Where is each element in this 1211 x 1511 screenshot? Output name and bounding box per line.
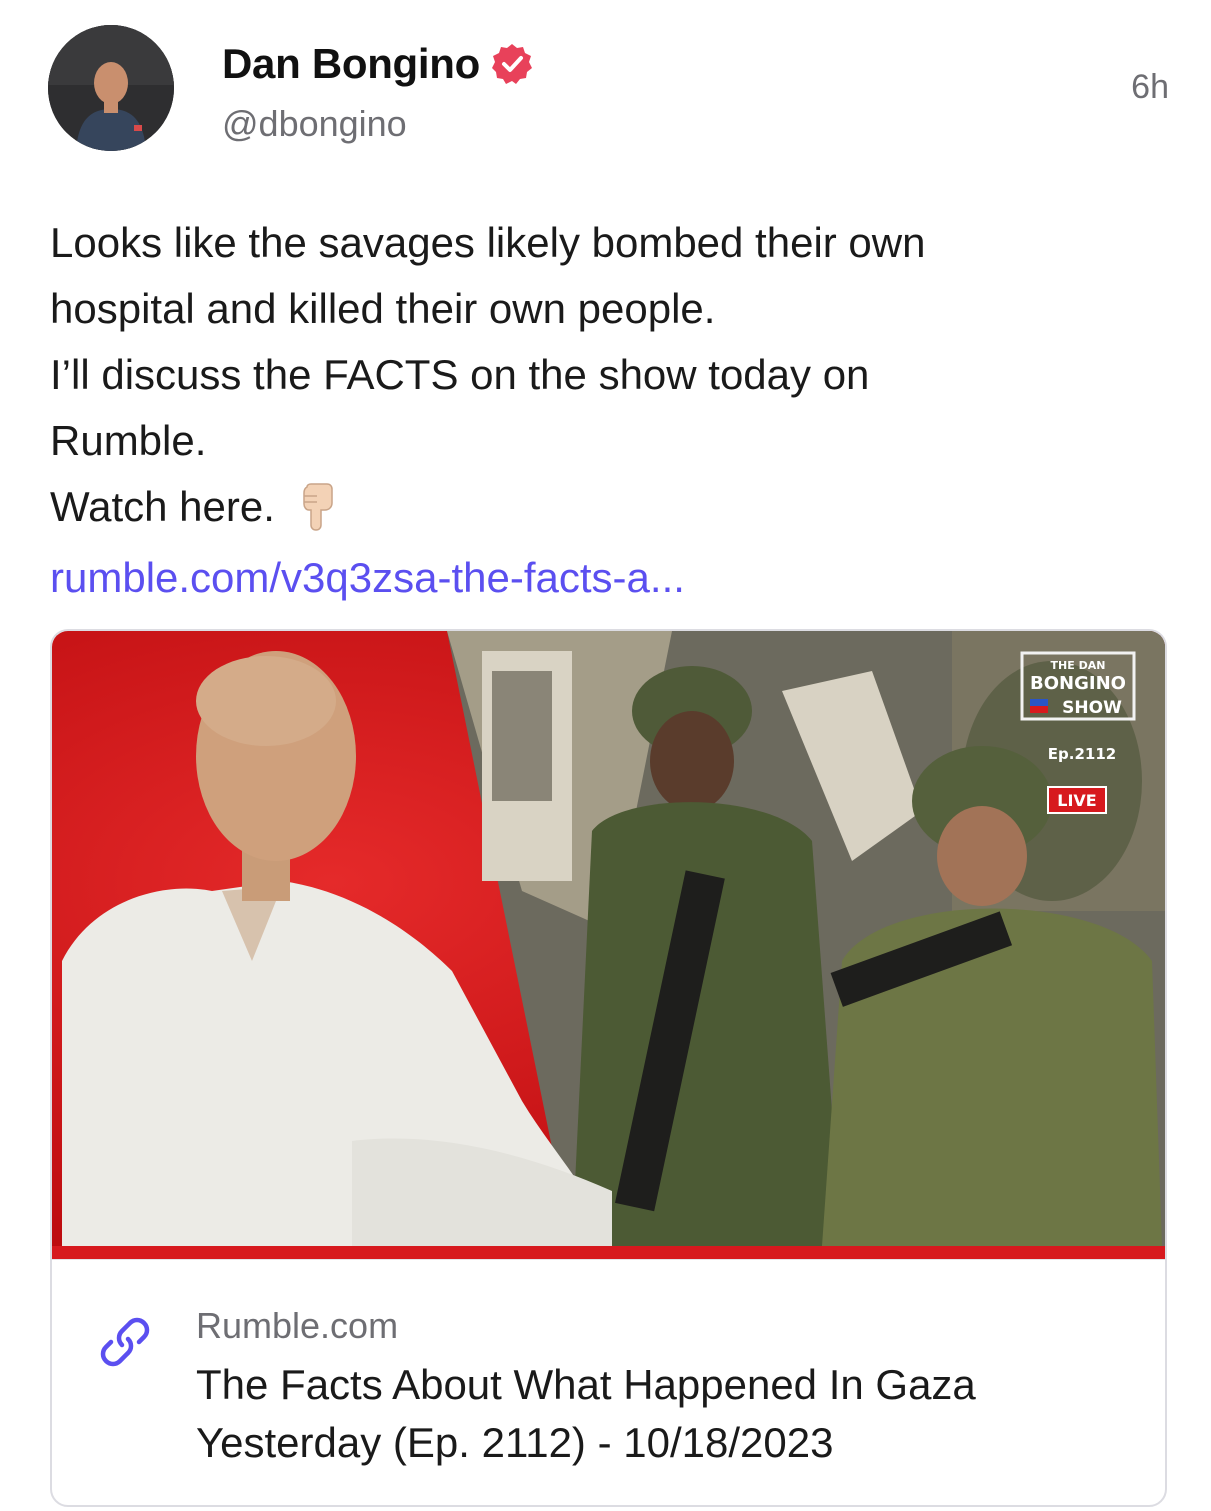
post-text: Looks like the savages likely bombed the… [50,210,1160,550]
thumbnail-live-badge: LIVE [1057,791,1096,810]
link-preview-footer: Rumble.com The Facts About What Happened… [52,1259,1165,1505]
post-text-line: Rumble. [50,417,207,464]
post-text-line: hospital and killed their own people. [50,285,716,332]
avatar-image [48,25,174,151]
link-preview-thumbnail[interactable]: THE DAN BONGINO SHOW Ep.2112 LIVE [52,631,1165,1259]
link-preview-domain: Rumble.com [196,1305,399,1346]
thumbnail-badge-line2: BONGINO [1030,673,1126,694]
thumbnail-image: THE DAN BONGINO SHOW Ep.2112 LIVE [52,631,1165,1259]
post-timestamp[interactable]: 6h [1131,68,1169,107]
link-icon [98,1315,152,1369]
thumbnail-badge-line3: SHOW [1062,698,1122,718]
link-preview-title-line: The Facts About What Happened In Gaza [196,1361,976,1408]
post: Dan Bongino @dbongino 6h Looks like the … [0,0,1211,1511]
author-handle[interactable]: @dbongino [222,103,407,145]
link-preview-title[interactable]: The Facts About What Happened In Gaza Ye… [196,1356,1146,1472]
author-name[interactable]: Dan Bongino [222,40,480,88]
author-name-row: Dan Bongino [222,38,534,90]
thumbnail-badge-line1: THE DAN [1051,659,1106,672]
thumbnail-episode: Ep.2112 [1048,745,1116,763]
link-preview-title-line: Yesterday (Ep. 2112) - 10/18/2023 [196,1419,834,1466]
post-text-line: Looks like the savages likely bombed the… [50,219,926,266]
post-text-line: I’ll discuss the FACTS on the show today… [50,351,870,398]
avatar[interactable] [48,25,174,151]
post-text-watch: Watch here. [50,483,275,530]
pointing-down-icon [299,483,339,550]
verified-badge-icon [490,42,534,86]
post-link[interactable]: rumble.com/v3q3zsa-the-facts-a... [50,545,685,611]
post-text-line-watch: Watch here. [50,474,1160,550]
link-preview-card[interactable]: THE DAN BONGINO SHOW Ep.2112 LIVE Rumble… [50,629,1167,1507]
